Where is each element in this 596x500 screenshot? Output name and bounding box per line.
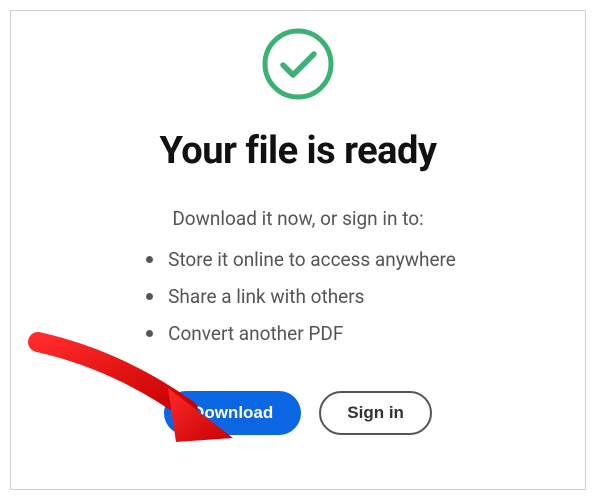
dialog-card: Your file is ready Download it now, or s… xyxy=(10,10,586,490)
action-button-row: Download Sign in xyxy=(164,391,432,435)
sign-in-button[interactable]: Sign in xyxy=(319,391,432,435)
success-check-icon xyxy=(261,27,335,101)
list-item: Convert another PDF xyxy=(146,322,456,345)
page-title: Your file is ready xyxy=(159,129,436,173)
benefits-list: Store it online to access anywhere Share… xyxy=(146,248,456,359)
list-item: Store it online to access anywhere xyxy=(146,248,456,271)
download-button[interactable]: Download xyxy=(164,391,301,435)
subtitle-text: Download it now, or sign in to: xyxy=(172,207,423,230)
list-item: Share a link with others xyxy=(146,285,456,308)
